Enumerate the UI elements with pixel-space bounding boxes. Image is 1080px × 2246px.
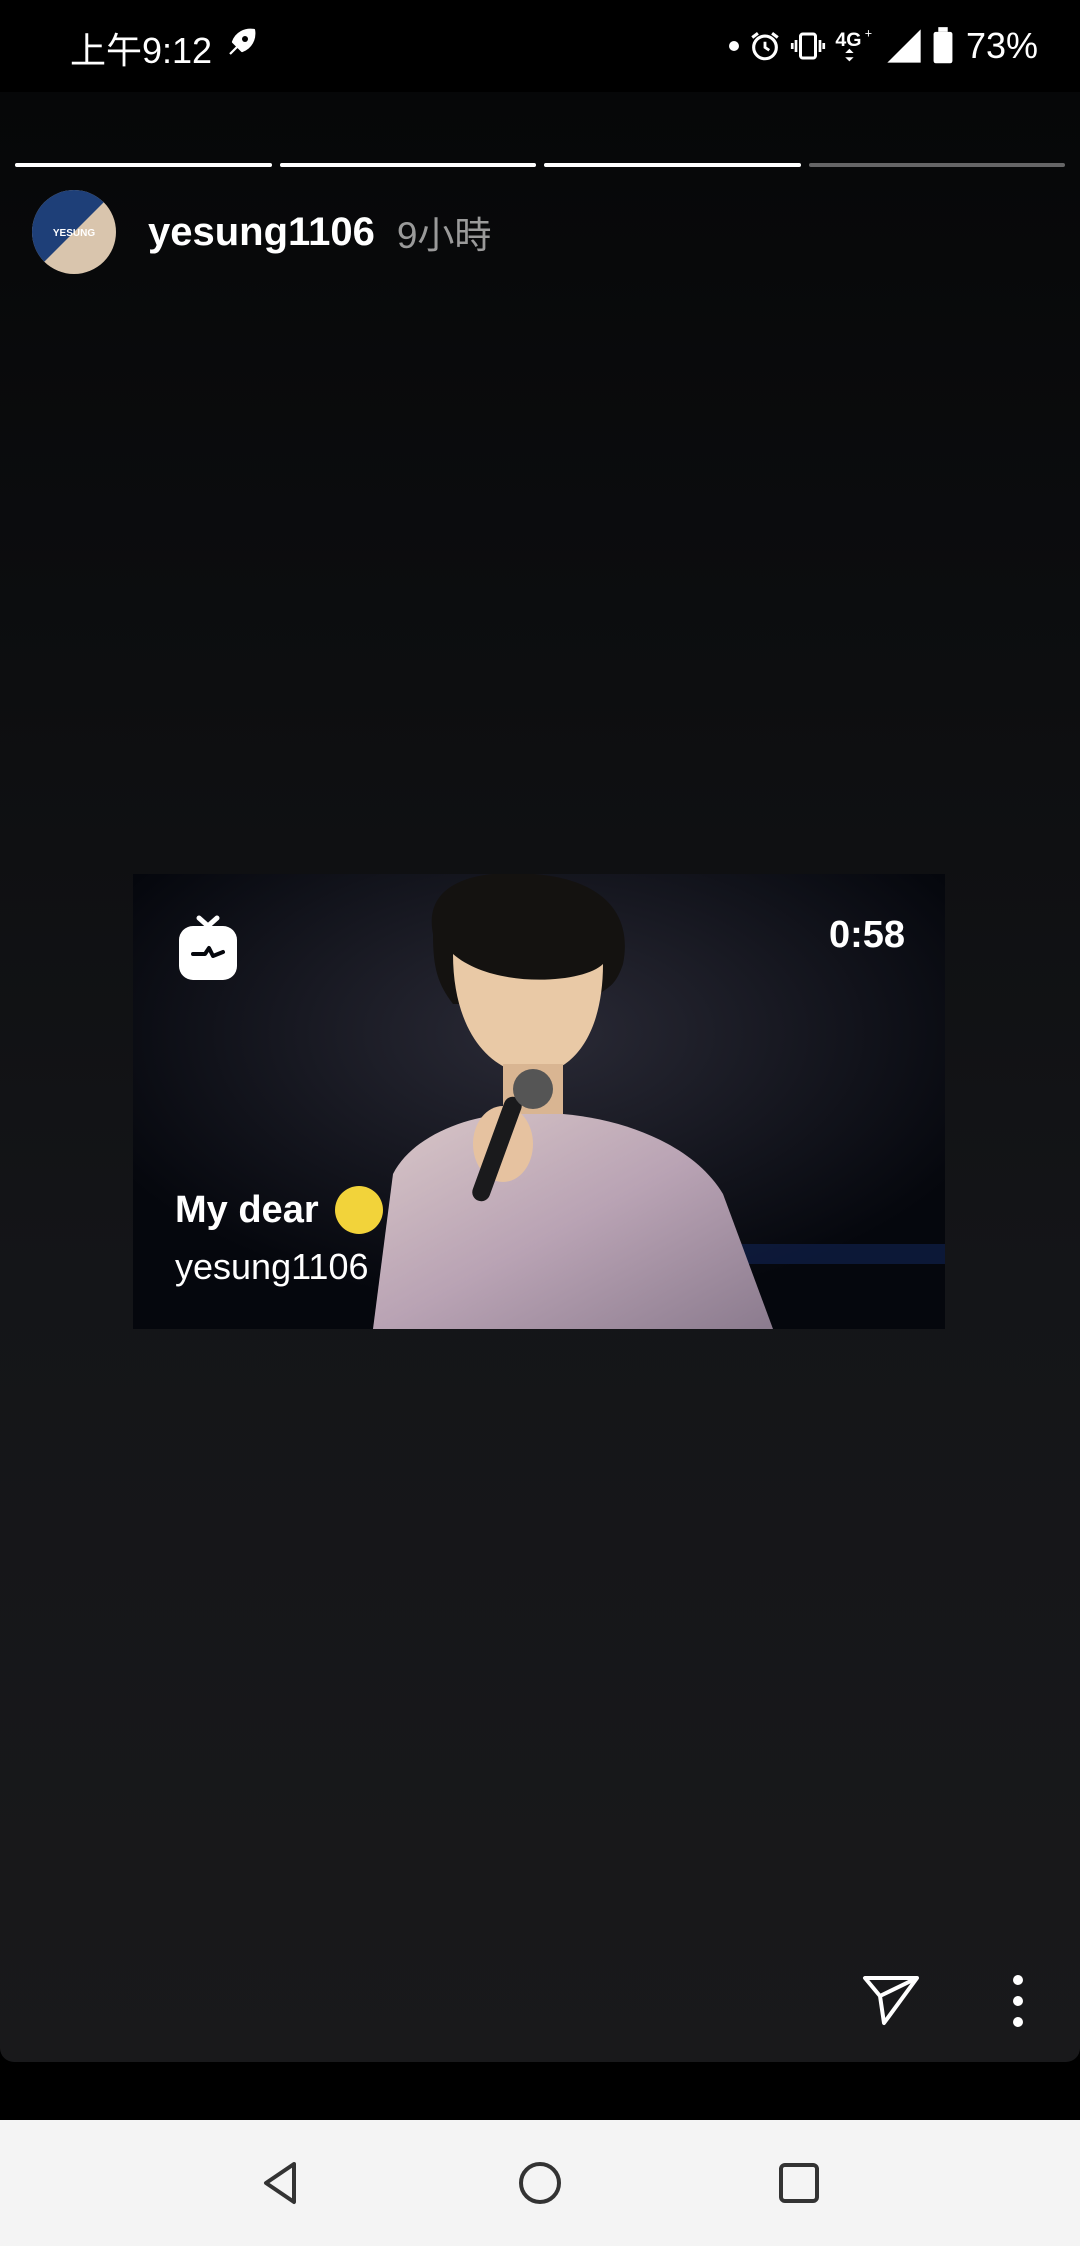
battery-percent: 73% — [965, 25, 1038, 66]
network-icon: 4G + — [835, 27, 872, 62]
igtv-icon — [179, 915, 237, 980]
video-caption-title: My dear — [175, 1186, 383, 1234]
back-icon[interactable] — [256, 2158, 306, 2208]
story-progress-bar — [15, 163, 1065, 167]
story-username[interactable]: yesung1106 — [148, 210, 375, 255]
igtv-preview-card[interactable]: 0:58 My dear yesung1106 — [133, 874, 945, 1329]
video-caption-user: yesung1106 — [175, 1246, 369, 1287]
system-nav-bar — [0, 2120, 1080, 2246]
progress-segment — [279, 163, 536, 167]
story-header: YESUNG yesung1106 9小時 — [32, 189, 491, 275]
home-icon[interactable] — [515, 2158, 565, 2208]
avatar-label: YESUNG — [53, 228, 95, 239]
progress-segment-current — [808, 163, 1065, 167]
progress-segment — [544, 163, 801, 167]
progress-segment — [15, 163, 272, 167]
yellow-heart-emoji-icon — [334, 1186, 383, 1234]
alarm-icon — [751, 32, 779, 61]
send-icon[interactable] — [862, 1974, 920, 2026]
recents-icon[interactable] — [774, 2158, 824, 2208]
status-icons: 4G + 73% — [728, 18, 1038, 74]
video-duration: 0:58 — [828, 914, 905, 956]
avatar[interactable]: YESUNG — [32, 190, 116, 274]
more-vertical-icon[interactable] — [1004, 1972, 1032, 2030]
status-time: 上午9:12 — [70, 30, 213, 71]
rocket-icon — [229, 28, 256, 55]
svg-text:+: + — [865, 27, 872, 41]
notification-dot-icon — [728, 41, 739, 51]
video-title-text: My dear — [175, 1188, 319, 1231]
status-bar: 上午9:12 4G + 73% — [0, 0, 1080, 92]
signal-icon — [887, 29, 921, 63]
story-time-ago: 9小時 — [396, 215, 492, 256]
battery-icon — [933, 27, 953, 64]
story-viewer[interactable]: YESUNG yesung1106 9小時 0:58 My dear yesun… — [0, 92, 1080, 2062]
vibrate-icon — [790, 32, 826, 60]
network-label: 4G — [835, 29, 861, 51]
